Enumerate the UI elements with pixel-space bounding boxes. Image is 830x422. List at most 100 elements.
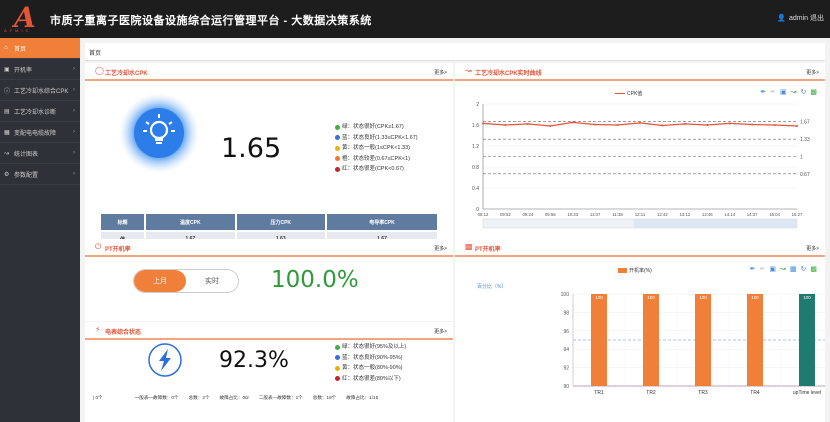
chevron-right-icon: › bbox=[73, 66, 75, 72]
more-link[interactable]: 更多> bbox=[434, 328, 447, 335]
y-tick-label: 90 bbox=[563, 384, 569, 390]
home-icon: ⌂ bbox=[4, 45, 8, 51]
data-view-icon[interactable]: ▣ bbox=[780, 88, 787, 96]
power-meter-panel: ⚡ 电表综合状态 更多> 92.3% 绿：状态很好(95%及以上) 蓝：状态良好… bbox=[85, 322, 453, 422]
legend-item: 绿：状态很好(CPK≥1.67) bbox=[335, 122, 418, 133]
reference-label: 1.33 bbox=[800, 137, 810, 143]
save-image-icon[interactable]: ▩ bbox=[810, 265, 817, 273]
bar-value-label: 100 bbox=[751, 295, 759, 300]
line-chart-icon: ↝ bbox=[465, 66, 472, 75]
sidebar-item-config[interactable]: ⚙ 参数配置 › bbox=[0, 164, 80, 185]
chart-toolbox: ✒ ✒ ▣ ↝ ▩ ↻ ▩ bbox=[750, 265, 817, 273]
power-legend: 绿：状态很好(95%及以上) 蓝：状态良好(90%-95%) 黄：状态一般(80… bbox=[335, 342, 406, 384]
table-header: 电导率CPK bbox=[326, 214, 437, 230]
main-content: 首页 ◯ 工艺冷却水CPK 更多> 1.65 绿：状态很好(CPK≥1.67) … bbox=[80, 38, 830, 422]
more-link[interactable]: 更多> bbox=[806, 245, 819, 252]
line-view-icon[interactable]: ↝ bbox=[780, 265, 786, 273]
zoom-reset-icon[interactable]: ✒ bbox=[760, 265, 766, 273]
tab-realtime[interactable]: 实时 bbox=[186, 270, 238, 292]
chevron-right-icon: › bbox=[73, 129, 75, 135]
sidebar: ⌂ 首页 ▣ 开机率 › ⓘ 工艺冷却水综合CPK › ▤ 工艺冷却水诊断 › ▦ 变配电电缆故… bbox=[0, 38, 80, 422]
panel-title: 工艺冷却水CPK实时曲线 bbox=[475, 71, 542, 77]
table-header: 标题 bbox=[101, 214, 145, 230]
chevron-right-icon: › bbox=[73, 150, 75, 156]
legend-item: 绿：状态很好(95%及以上) bbox=[335, 342, 406, 353]
sidebar-item-cooling-cpk[interactable]: ⓘ 工艺冷却水综合CPK › bbox=[0, 80, 80, 101]
y-tick-label: 100 bbox=[561, 292, 570, 298]
sidebar-item-home[interactable]: ⌂ 首页 bbox=[0, 38, 80, 59]
save-image-icon[interactable]: ▩ bbox=[810, 88, 817, 96]
pt-chart-panel: ▩ PT开机率 更多> 开机率(%) ✒ ✒ ▣ ↝ ▩ ↻ ▩ 百分比（%） … bbox=[455, 239, 825, 422]
x-tick-label: 12:11 bbox=[635, 212, 646, 217]
bar-view-icon[interactable]: ▩ bbox=[790, 265, 797, 273]
bar bbox=[747, 294, 763, 386]
bar-value-label: 100 bbox=[699, 295, 707, 300]
y-tick-label: 2 bbox=[476, 102, 479, 108]
user-menu[interactable]: 👤 admin 退出 bbox=[777, 13, 824, 23]
logo: A AFMIC bbox=[4, 1, 36, 34]
lightning-icon bbox=[148, 343, 182, 377]
x-tick-label: upTime level bbox=[793, 390, 821, 396]
pt-uptime-panel: ⏻ PT开机率 更多> 上月 实时 100.0% bbox=[85, 239, 453, 321]
y-tick-label: 94 bbox=[563, 347, 569, 353]
panel-title: PT开机率 bbox=[475, 247, 501, 253]
reference-label: 1 bbox=[800, 155, 803, 161]
y-tick-label: 1.2 bbox=[472, 144, 479, 150]
panel-header: ▩ PT开机率 更多> bbox=[455, 239, 825, 257]
more-link[interactable]: 更多> bbox=[434, 245, 447, 252]
breadcrumb: 首页 bbox=[85, 43, 825, 61]
user-label: admin 退出 bbox=[788, 15, 824, 22]
bar bbox=[643, 294, 659, 386]
data-view-icon[interactable]: ▣ bbox=[769, 265, 776, 273]
chevron-right-icon: › bbox=[73, 87, 75, 93]
x-tick-label: TR2 bbox=[646, 390, 656, 396]
pt-uptime-value: 100.0% bbox=[271, 267, 359, 293]
x-tick-label: 15:27 bbox=[792, 212, 803, 217]
user-icon: 👤 bbox=[777, 15, 786, 22]
bar bbox=[591, 294, 607, 386]
sidebar-item-cooling-diagnosis[interactable]: ▤ 工艺冷却水诊断 › bbox=[0, 101, 80, 122]
y-tick-label: 92 bbox=[563, 366, 569, 372]
y-tick-label: 0.8 bbox=[472, 165, 479, 171]
pt-bar-chart: 10098969492909590100TR1100TR2100TR3100TR… bbox=[561, 292, 825, 396]
refresh-icon[interactable]: ↻ bbox=[801, 88, 807, 96]
x-tick-label: 13:46 bbox=[702, 212, 713, 217]
gear-icon: ⚙ bbox=[4, 171, 10, 178]
zoom-reset-icon[interactable]: ✒ bbox=[770, 88, 776, 96]
zoom-icon[interactable]: ✒ bbox=[750, 265, 756, 273]
legend-item: 红：状态很差(80%以下) bbox=[335, 374, 406, 385]
y-tick-label: 1.6 bbox=[472, 123, 479, 129]
x-tick-label: TR3 bbox=[698, 390, 708, 396]
bar-value-label: 100 bbox=[647, 295, 655, 300]
panel-title: PT开机率 bbox=[105, 247, 131, 253]
tab-last-month[interactable]: 上月 bbox=[134, 270, 186, 292]
sidebar-item-uptime[interactable]: ▣ 开机率 › bbox=[0, 59, 80, 80]
x-tick-label: TR4 bbox=[750, 390, 760, 396]
chart-legend: 开机率(%) bbox=[618, 267, 652, 274]
x-tick-label: TR1 bbox=[594, 390, 604, 396]
refresh-icon[interactable]: ↻ bbox=[801, 265, 807, 273]
cpk-legend: 绿：状态很好(CPK≥1.67) 蓝：状态良好(1.33≤CPK<1.67) 黄… bbox=[335, 122, 418, 175]
sidebar-item-stats[interactable]: ↝ 统计图表 › bbox=[0, 143, 80, 164]
more-link[interactable]: 更多> bbox=[806, 69, 819, 76]
x-tick-label: 14:14 bbox=[724, 212, 735, 217]
y-tick-label: 0.4 bbox=[472, 186, 479, 192]
series-line bbox=[482, 121, 798, 127]
lightbulb-icon bbox=[119, 93, 199, 173]
chart-toolbox: ✒ ✒ ▣ ↝ ↻ ▩ bbox=[760, 88, 817, 96]
line-view-icon[interactable]: ↝ bbox=[791, 88, 797, 96]
power-value: 92.3% bbox=[219, 348, 289, 373]
y-tick-label: 98 bbox=[563, 310, 569, 316]
x-tick-label: 09:52 bbox=[500, 212, 511, 217]
panel-header: ⏻ PT开机率 更多> bbox=[85, 239, 453, 257]
panel-header: ↝ 工艺冷却水CPK实时曲线 更多> bbox=[455, 63, 825, 81]
more-link[interactable]: 更多> bbox=[434, 69, 447, 76]
chart-legend: CPK值 bbox=[615, 90, 642, 97]
bar bbox=[799, 294, 815, 386]
power-stats: | 0个 一般表一故障数：0个 总数：2个 故障占比：0/2 二般表—故障数：1… bbox=[93, 395, 379, 400]
monitor-icon: ▣ bbox=[4, 66, 10, 73]
sidebar-item-power-fault[interactable]: ▦ 变配电电缆故障 › bbox=[0, 122, 80, 143]
period-tabs: 上月 实时 bbox=[133, 269, 239, 293]
zoom-icon[interactable]: ✒ bbox=[760, 88, 766, 96]
x-tick-label: 15:04 bbox=[769, 212, 780, 217]
